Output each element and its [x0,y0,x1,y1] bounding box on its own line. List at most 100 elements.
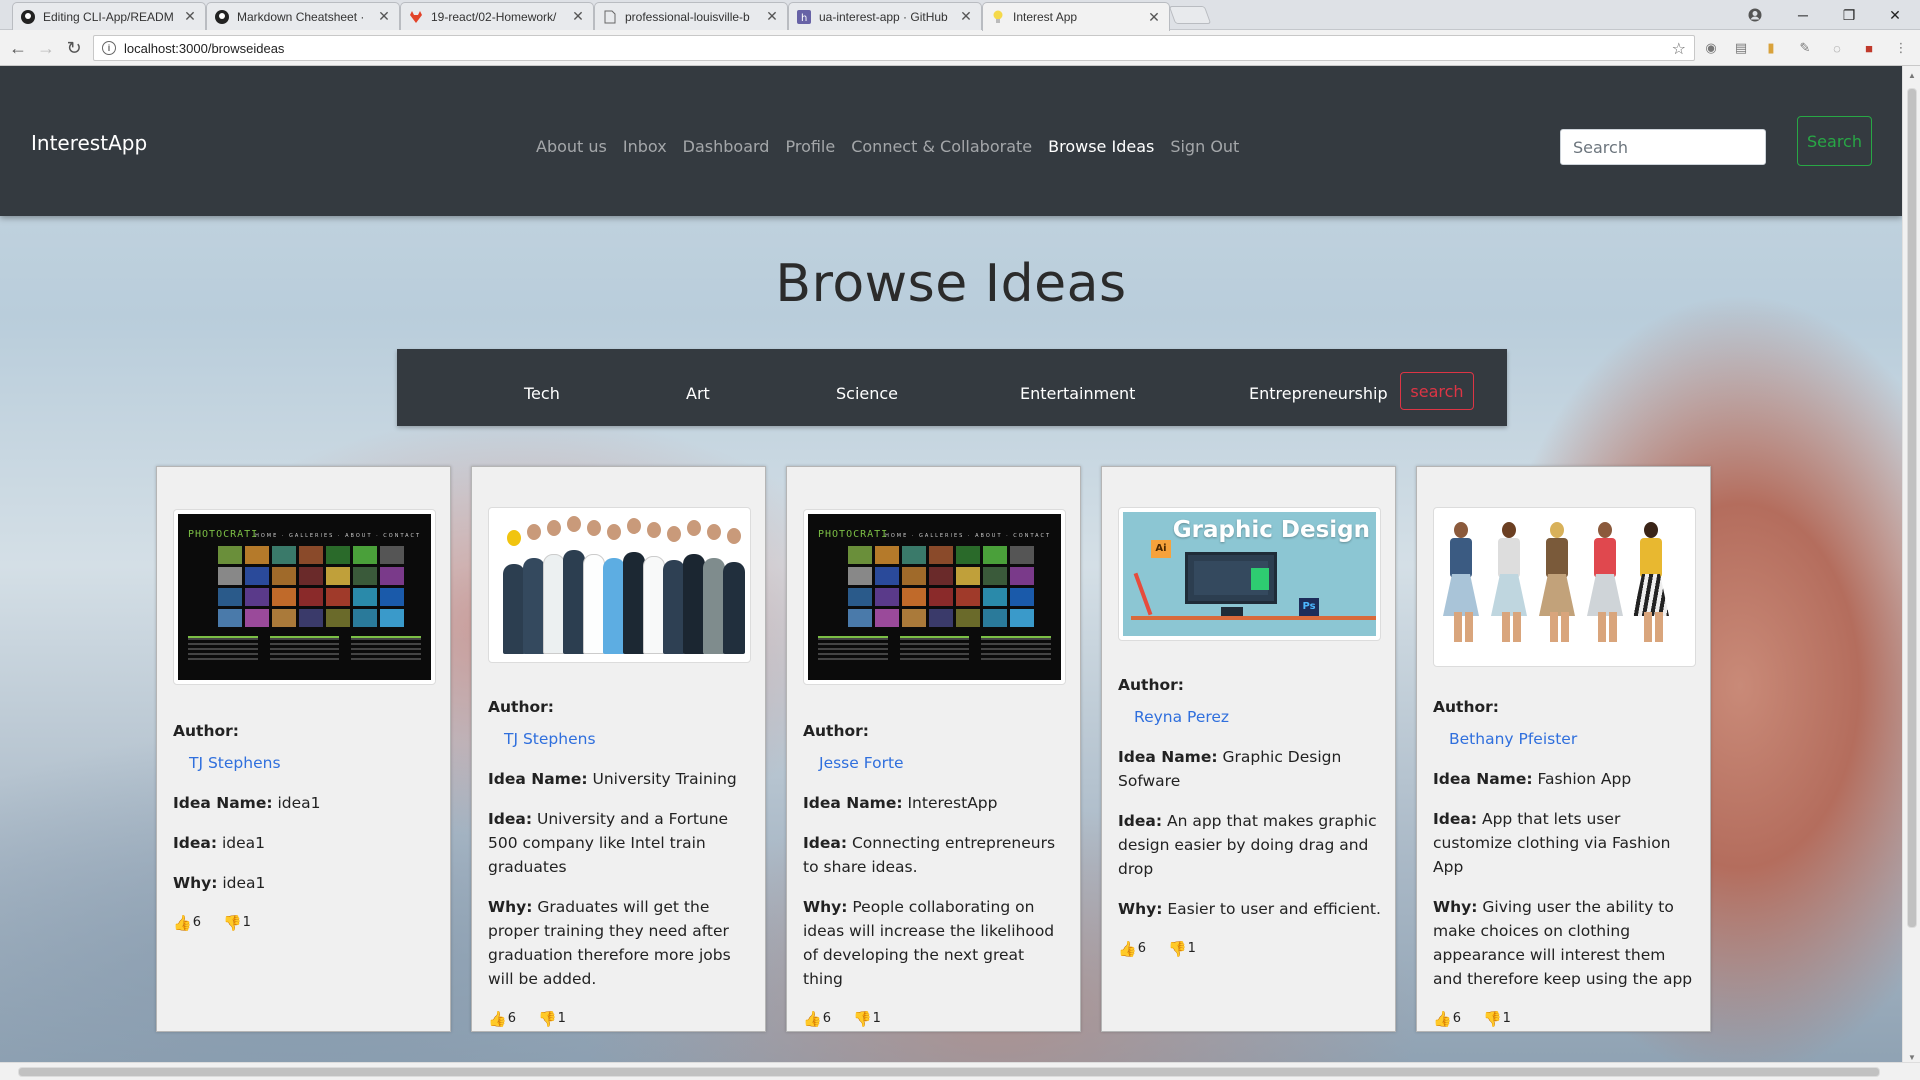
idea-image [488,507,751,663]
author-link[interactable]: Reyna Perez [1134,705,1381,729]
close-tab-icon[interactable]: ✕ [765,8,779,25]
scroll-up-arrow-icon[interactable]: ▲ [1903,66,1920,84]
author-link[interactable]: Bethany Pfeister [1449,727,1696,751]
dislike-count: 1 [1502,1011,1511,1026]
nav-link-sign-out[interactable]: Sign Out [1170,137,1239,156]
navbar-search-button[interactable]: Search [1797,116,1872,166]
svg-text:h: h [801,13,807,24]
author-link[interactable]: Jesse Forte [819,751,1066,775]
close-tab-icon[interactable]: ✕ [1147,9,1161,26]
why-field: Why: Easier to user and efficient. [1118,897,1381,921]
category-entertainment[interactable]: Entertainment [1020,384,1135,403]
navbar-search-input[interactable] [1560,129,1766,165]
close-tab-icon[interactable]: ✕ [959,8,973,25]
restore-window-icon[interactable]: ❐ [1826,0,1872,30]
category-science[interactable]: Science [836,384,898,403]
nav-link-connect-collaborate[interactable]: Connect & Collaborate [851,137,1032,156]
like-button[interactable]: 👍 6 [173,911,201,935]
thumbs-down-icon: 👎 [852,1010,872,1028]
extension-icon[interactable]: ◉ [1702,39,1720,57]
close-tab-icon[interactable]: ✕ [571,8,585,25]
brand-logo[interactable]: InterestApp [31,131,147,155]
like-button[interactable]: 👍 6 [1433,1007,1461,1031]
browser-tab-active[interactable]: Interest App ✕ [982,2,1170,31]
category-search-button[interactable]: search [1400,372,1474,410]
nav-link-about-us[interactable]: About us [536,137,607,156]
idea-name-field: Idea Name: idea1 [173,791,436,815]
author-link[interactable]: TJ Stephens [189,751,436,775]
idea-field: Idea: App that lets user customize cloth… [1433,807,1696,879]
idea-image: PHOTOCRATI HOME · GALLERIES · ABOUT · CO… [173,509,436,685]
author-label: Author: [1433,698,1499,716]
idea-field: Idea: idea1 [173,831,436,855]
vertical-scrollbar[interactable]: ▲ ▼ [1902,66,1920,1066]
author-link[interactable]: TJ Stephens [504,727,751,751]
idea-card: Author: TJ Stephens Idea Name: Universit… [471,466,766,1032]
bookmark-star-icon[interactable]: ☆ [1672,39,1686,59]
info-icon[interactable]: i [102,41,116,55]
browser-tab-strip: Editing CLI-App/READM ✕ Markdown Cheatsh… [0,0,1920,31]
browser-tab[interactable]: 19-react/02-Homework/ ✕ [400,2,594,30]
extension-icon[interactable]: ■ [1860,39,1878,57]
fashion-sketch-image [1438,512,1691,662]
field-value: University Training [592,770,737,788]
forward-arrow-icon[interactable]: → [36,38,56,58]
thumbs-up-icon: 👍 [803,1010,822,1028]
tab-title: 19-react/02-Homework/ [431,9,557,24]
reload-icon[interactable]: ↻ [64,38,84,58]
category-art[interactable]: Art [686,384,710,403]
category-entrepreneurship[interactable]: Entrepreneurship [1249,384,1388,403]
close-tab-icon[interactable]: ✕ [183,8,197,25]
back-arrow-icon[interactable]: ← [8,38,28,58]
dislike-button[interactable]: 👎 1 [853,1007,881,1031]
menu-dots-icon[interactable]: ⋮ [1892,39,1910,57]
idea-image [1433,507,1696,667]
nav-link-inbox[interactable]: Inbox [623,137,667,156]
extension-icon[interactable]: ▮ [1762,39,1780,57]
address-bar[interactable]: i localhost:3000/browseideas ☆ [93,35,1695,61]
photocrati-screenshot-image: PHOTOCRATI HOME · GALLERIES · ABOUT · CO… [178,514,431,680]
tab-title: Markdown Cheatsheet · [237,9,365,24]
close-tab-icon[interactable]: ✕ [377,8,391,25]
like-button[interactable]: 👍 6 [488,1007,516,1031]
dislike-button[interactable]: 👎 1 [1168,937,1196,961]
color-picker-icon[interactable]: ✎ [1796,39,1814,57]
idea-image: PHOTOCRATI HOME · GALLERIES · ABOUT · CO… [803,509,1066,685]
dislike-button[interactable]: 👎 1 [223,911,251,935]
dislike-button[interactable]: 👎 1 [538,1007,566,1031]
nav-link-profile[interactable]: Profile [785,137,835,156]
dislike-button[interactable]: 👎 1 [1483,1007,1511,1031]
nav-link-dashboard[interactable]: Dashboard [683,137,770,156]
category-bar: Tech Art Science Entertainment Entrepren… [397,349,1507,426]
new-tab-button[interactable] [1168,6,1212,24]
close-window-icon[interactable]: ✕ [1872,0,1918,30]
extension-icon[interactable]: ◌ [1828,39,1846,57]
app-navbar: InterestApp About us Inbox Dashboard Pro… [0,66,1902,216]
profile-icon[interactable] [1732,0,1778,30]
minimize-window-icon[interactable]: ─ [1780,0,1826,30]
like-button[interactable]: 👍 6 [803,1007,831,1031]
thumbs-up-icon: 👍 [1433,1010,1452,1028]
like-button[interactable]: 👍 6 [1118,937,1146,961]
github-icon [21,9,35,24]
browser-tab[interactable]: Editing CLI-App/READM ✕ [12,2,206,30]
horizontal-scrollbar[interactable] [0,1062,1920,1080]
scrollbar-thumb[interactable] [1907,88,1917,928]
tab-title: professional-louisville-b [625,9,750,24]
browser-tab[interactable]: h ua-interest-app · GitHub ✕ [788,2,982,30]
browser-tab[interactable]: professional-louisville-b ✕ [594,2,788,30]
field-label: Why: [1433,898,1478,916]
field-label: Idea: [173,834,218,852]
nav-links: About us Inbox Dashboard Profile Connect… [536,137,1255,156]
author-label: Author: [173,722,239,740]
extension-icon[interactable]: ▤ [1732,39,1750,57]
category-tech[interactable]: Tech [524,384,560,403]
field-value: Easier to user and efficient. [1167,900,1381,918]
scrollbar-thumb[interactable] [18,1067,1880,1077]
browser-tab[interactable]: Markdown Cheatsheet · ✕ [206,2,400,30]
nav-link-browse-ideas[interactable]: Browse Ideas [1048,137,1154,156]
idea-field: Idea: Connecting entrepreneurs to share … [803,831,1066,879]
field-label: Idea Name: [173,794,273,812]
idea-card: Author: Bethany Pfeister Idea Name: Fash… [1416,466,1711,1032]
idea-name-field: Idea Name: InterestApp [803,791,1066,815]
